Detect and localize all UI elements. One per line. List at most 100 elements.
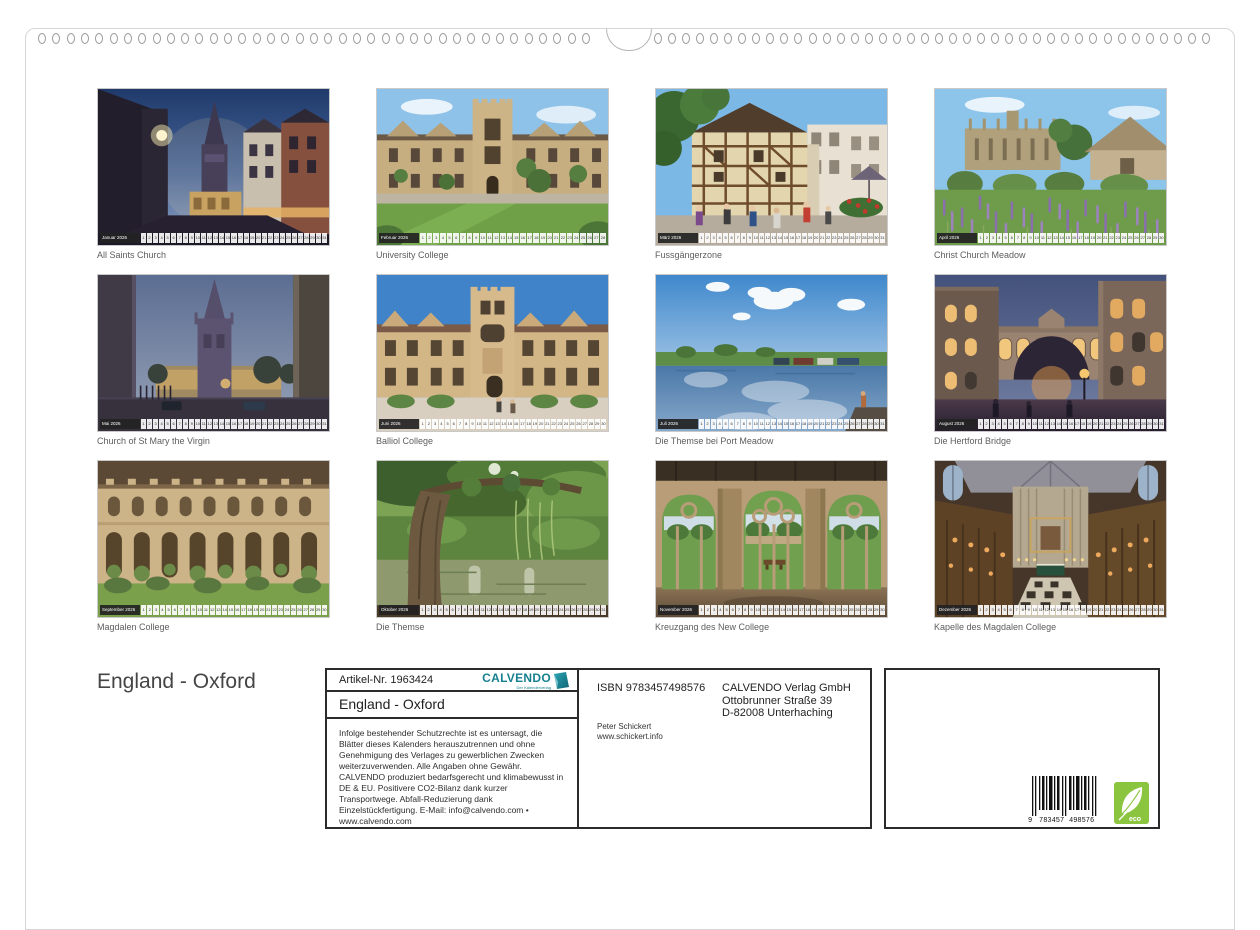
mini-calendar-strip: Oktober 2026 123456789101112131415161718… — [379, 605, 606, 615]
month-thumbnail-grid: Januar 2026 1234567891011121314151617181… — [97, 88, 1167, 632]
binding-hole — [281, 33, 289, 44]
day-cell: 11 — [480, 605, 485, 615]
binding-hole — [439, 33, 447, 44]
day-cell: 6 — [450, 605, 455, 615]
day-cell: 25 — [286, 419, 291, 429]
month-card-may: Mai 2026 1234567891011121314151617181920… — [97, 274, 330, 446]
day-cell: 6 — [1008, 605, 1013, 615]
day-cell: 28 — [583, 605, 588, 615]
day-cell: 18 — [244, 419, 249, 429]
day-cell: 28 — [867, 605, 872, 615]
day-cell: 12 — [207, 233, 212, 243]
day-cells: 1234567891011121314151617181920212223242… — [699, 419, 885, 429]
binding-hole — [181, 33, 189, 44]
day-cell: 25 — [580, 233, 586, 243]
day-cell: 30 — [874, 233, 879, 243]
photo-thames-pond: Oktober 2026 123456789101112131415161718… — [376, 460, 609, 618]
day-cell: 7 — [1015, 233, 1020, 243]
day-cell: 13 — [1050, 605, 1055, 615]
day-cell: 2 — [705, 233, 710, 243]
day-cell: 22 — [1109, 233, 1114, 243]
day-cell: 15 — [228, 605, 233, 615]
day-cell: 10 — [480, 233, 486, 243]
day-cell: 25 — [286, 233, 291, 243]
day-cell: 30 — [880, 605, 885, 615]
day-cell: 25 — [849, 605, 854, 615]
day-cell: 29 — [589, 605, 594, 615]
day-cell: 23 — [1115, 233, 1120, 243]
day-cell: 22 — [268, 419, 273, 429]
day-cell: 25 — [570, 419, 575, 429]
day-cell: 29 — [310, 233, 315, 243]
day-cell: 4 — [717, 419, 722, 429]
day-cell: 1 — [699, 605, 704, 615]
day-cell: 16 — [520, 233, 526, 243]
day-cell: 8 — [1020, 419, 1025, 429]
day-cell: 19 — [250, 233, 255, 243]
day-cell: 23 — [1111, 605, 1116, 615]
day-cell: 7 — [1014, 419, 1019, 429]
day-cell: 27 — [1140, 233, 1145, 243]
day-cell: 30 — [601, 419, 606, 429]
day-cell: 13 — [213, 233, 218, 243]
day-cell: 24 — [559, 605, 564, 615]
day-cell: 11 — [1038, 605, 1043, 615]
day-cell: 7 — [178, 605, 183, 615]
day-cells: 1234567891011121314151617181920212223242… — [141, 419, 327, 429]
day-cell: 11 — [203, 605, 208, 615]
photo-caption: Die Themse bei Port Meadow — [655, 436, 888, 446]
day-cell: 27 — [856, 233, 861, 243]
month-label: März 2026 — [658, 233, 698, 243]
day-cell: 23 — [1111, 419, 1116, 429]
day-cell: 10 — [1032, 605, 1037, 615]
day-cell: 12 — [765, 233, 770, 243]
day-cell: 30 — [874, 419, 879, 429]
day-cell: 13 — [492, 605, 497, 615]
day-cell: 6 — [1008, 419, 1013, 429]
day-cell: 20 — [547, 233, 553, 243]
binding-hole — [696, 33, 704, 44]
day-cell: 12 — [207, 419, 212, 429]
day-cell: 28 — [304, 419, 309, 429]
day-cell: 7 — [177, 233, 182, 243]
day-cell: 9 — [191, 605, 196, 615]
day-cell: 7 — [735, 233, 740, 243]
day-cell: 16 — [235, 605, 240, 615]
binding-hole — [907, 33, 915, 44]
binding-hole — [809, 33, 817, 44]
day-cell: 10 — [1032, 419, 1037, 429]
day-cell: 13 — [216, 605, 221, 615]
day-cell: 23 — [832, 233, 837, 243]
day-cell: 7 — [1014, 605, 1019, 615]
day-cell: 2 — [427, 233, 433, 243]
day-cell: 10 — [755, 605, 760, 615]
cloister-arches-scene — [656, 461, 887, 617]
month-label: November 2026 — [658, 605, 698, 615]
binding-hole — [1019, 33, 1027, 44]
day-cell: 12 — [1047, 233, 1052, 243]
photo-caption: All Saints Church — [97, 250, 330, 260]
day-cell: 1 — [699, 233, 704, 243]
binding-hole — [424, 33, 432, 44]
day-cell: 28 — [304, 233, 309, 243]
day-cell: 16 — [789, 419, 794, 429]
day-cell: 15 — [225, 419, 230, 429]
binding-hole — [752, 33, 760, 44]
day-cell: 27 — [593, 233, 599, 243]
day-cell: 26 — [292, 419, 297, 429]
day-cell: 21 — [541, 605, 546, 615]
day-cell: 16 — [231, 233, 236, 243]
day-cell: 5 — [1002, 605, 1007, 615]
photo-caption: Kreuzgang des New College — [655, 622, 888, 632]
day-cell: 14 — [1056, 605, 1061, 615]
day-cell: 2 — [984, 419, 989, 429]
binding-hole — [38, 33, 46, 44]
day-cell: 10 — [195, 233, 200, 243]
binding-hole — [267, 33, 275, 44]
binding-hole — [110, 33, 118, 44]
day-cell: 10 — [1034, 233, 1039, 243]
day-cell: 23 — [836, 605, 841, 615]
binding-hole — [153, 33, 161, 44]
month-label: April 2026 — [937, 233, 977, 243]
photo-university-college: Februar 2026 123456789101112131415161718… — [376, 88, 609, 246]
